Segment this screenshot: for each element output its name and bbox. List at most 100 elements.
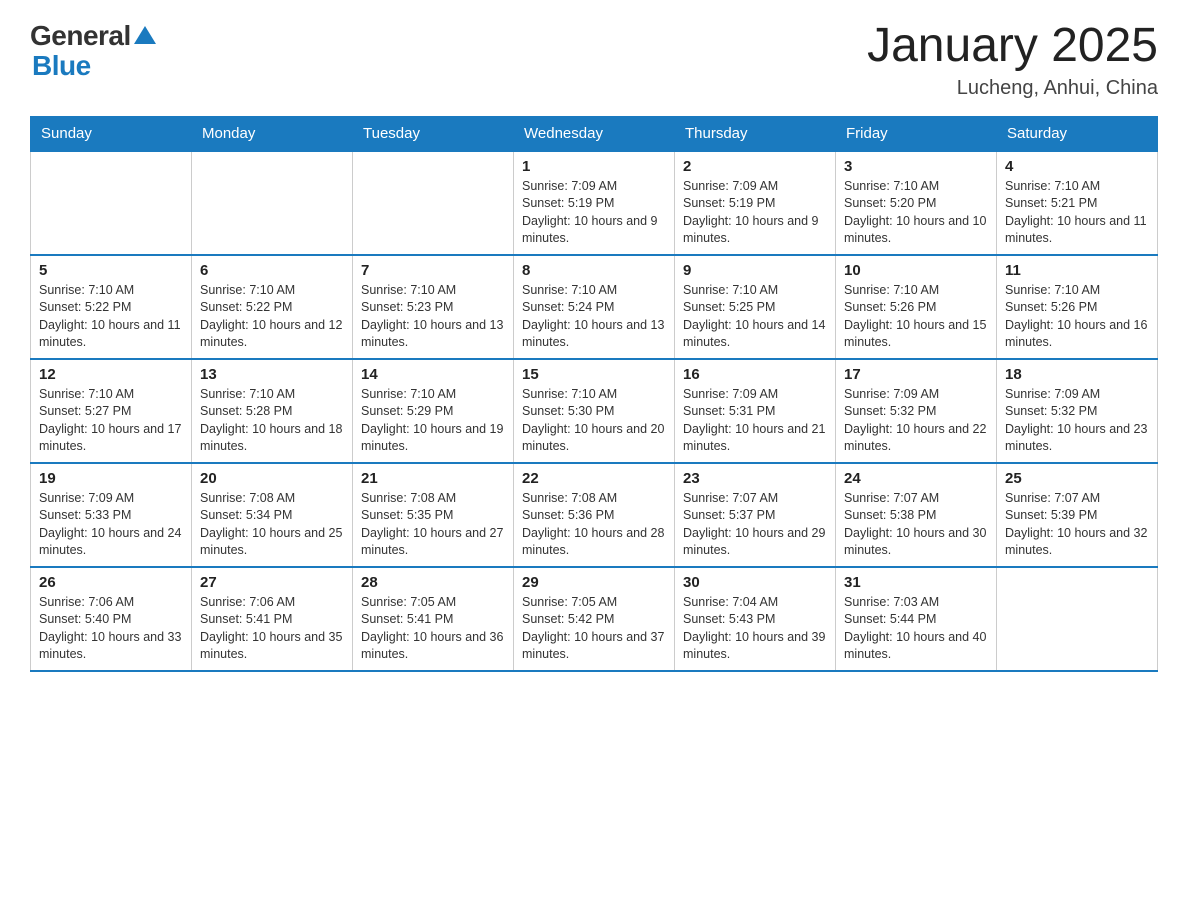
calendar-cell: 22 Sunrise: 7:08 AM Sunset: 5:36 PM Dayli… <box>514 463 675 567</box>
calendar-week-row: 12 Sunrise: 7:10 AM Sunset: 5:27 PM Dayli… <box>31 359 1158 463</box>
day-info: Sunrise: 7:09 AM Sunset: 5:32 PM Dayligh… <box>1005 386 1149 456</box>
day-number: 4 <box>1005 158 1149 175</box>
day-info: Sunrise: 7:10 AM Sunset: 5:26 PM Dayligh… <box>844 282 988 352</box>
day-of-week-header: Monday <box>192 116 353 151</box>
day-info: Sunrise: 7:08 AM Sunset: 5:34 PM Dayligh… <box>200 490 344 560</box>
day-info: Sunrise: 7:09 AM Sunset: 5:33 PM Dayligh… <box>39 490 183 560</box>
day-of-week-header: Tuesday <box>353 116 514 151</box>
logo-blue-text: Blue <box>32 50 91 82</box>
day-number: 22 <box>522 470 666 487</box>
day-of-week-header: Wednesday <box>514 116 675 151</box>
day-number: 19 <box>39 470 183 487</box>
logo: General Blue <box>30 20 156 82</box>
day-number: 12 <box>39 366 183 383</box>
calendar-cell: 30Sunrise: 7:04 AM Sunset: 5:43 PM Dayli… <box>675 567 836 671</box>
day-number: 10 <box>844 262 988 279</box>
day-info: Sunrise: 7:10 AM Sunset: 5:30 PM Dayligh… <box>522 386 666 456</box>
day-of-week-header: Friday <box>836 116 997 151</box>
calendar-cell: 11 Sunrise: 7:10 AM Sunset: 5:26 PM Dayli… <box>997 255 1158 359</box>
calendar-cell: 4 Sunrise: 7:10 AM Sunset: 5:21 PM Daylig… <box>997 151 1158 255</box>
calendar-cell: 13Sunrise: 7:10 AM Sunset: 5:28 PM Dayli… <box>192 359 353 463</box>
calendar-cell: 25 Sunrise: 7:07 AM Sunset: 5:39 PM Dayli… <box>997 463 1158 567</box>
calendar-cell: 27Sunrise: 7:06 AM Sunset: 5:41 PM Dayli… <box>192 567 353 671</box>
day-info: Sunrise: 7:05 AM Sunset: 5:42 PM Dayligh… <box>522 594 666 664</box>
day-info: Sunrise: 7:09 AM Sunset: 5:31 PM Dayligh… <box>683 386 827 456</box>
day-info: Sunrise: 7:10 AM Sunset: 5:21 PM Dayligh… <box>1005 178 1149 248</box>
day-info: Sunrise: 7:06 AM Sunset: 5:40 PM Dayligh… <box>39 594 183 664</box>
calendar-cell: 6Sunrise: 7:10 AM Sunset: 5:22 PM Daylig… <box>192 255 353 359</box>
calendar-cell: 24 Sunrise: 7:07 AM Sunset: 5:38 PM Dayli… <box>836 463 997 567</box>
day-number: 29 <box>522 574 666 591</box>
calendar-cell <box>997 567 1158 671</box>
day-info: Sunrise: 7:10 AM Sunset: 5:27 PM Dayligh… <box>39 386 183 456</box>
day-number: 9 <box>683 262 827 279</box>
day-number: 20 <box>200 470 344 487</box>
day-number: 15 <box>522 366 666 383</box>
calendar-cell: 28Sunrise: 7:05 AM Sunset: 5:41 PM Dayli… <box>353 567 514 671</box>
day-number: 1 <box>522 158 666 175</box>
day-number: 24 <box>844 470 988 487</box>
day-info: Sunrise: 7:10 AM Sunset: 5:24 PM Dayligh… <box>522 282 666 352</box>
day-number: 17 <box>844 366 988 383</box>
day-number: 28 <box>361 574 505 591</box>
day-of-week-header: Saturday <box>997 116 1158 151</box>
calendar-cell: 17 Sunrise: 7:09 AM Sunset: 5:32 PM Dayli… <box>836 359 997 463</box>
calendar-table: SundayMondayTuesdayWednesdayThursdayFrid… <box>30 116 1158 672</box>
day-number: 31 <box>844 574 988 591</box>
calendar-cell: 21 Sunrise: 7:08 AM Sunset: 5:35 PM Dayli… <box>353 463 514 567</box>
calendar-cell: 19 Sunrise: 7:09 AM Sunset: 5:33 PM Dayli… <box>31 463 192 567</box>
day-info: Sunrise: 7:06 AM Sunset: 5:41 PM Dayligh… <box>200 594 344 664</box>
day-info: Sunrise: 7:08 AM Sunset: 5:35 PM Dayligh… <box>361 490 505 560</box>
day-number: 2 <box>683 158 827 175</box>
day-number: 25 <box>1005 470 1149 487</box>
day-number: 18 <box>1005 366 1149 383</box>
calendar-cell: 7 Sunrise: 7:10 AM Sunset: 5:23 PM Daylig… <box>353 255 514 359</box>
logo-triangle-icon <box>134 26 156 49</box>
day-number: 30 <box>683 574 827 591</box>
day-info: Sunrise: 7:10 AM Sunset: 5:22 PM Dayligh… <box>39 282 183 352</box>
day-number: 5 <box>39 262 183 279</box>
calendar-cell <box>192 151 353 255</box>
calendar-cell <box>353 151 514 255</box>
title-area: January 2025 Lucheng, Anhui, China <box>867 20 1158 100</box>
day-number: 8 <box>522 262 666 279</box>
day-number: 7 <box>361 262 505 279</box>
day-info: Sunrise: 7:09 AM Sunset: 5:19 PM Dayligh… <box>683 178 827 248</box>
calendar-cell: 2 Sunrise: 7:09 AM Sunset: 5:19 PM Daylig… <box>675 151 836 255</box>
day-number: 23 <box>683 470 827 487</box>
day-number: 11 <box>1005 262 1149 279</box>
calendar-cell: 3 Sunrise: 7:10 AM Sunset: 5:20 PM Daylig… <box>836 151 997 255</box>
calendar-cell: 9 Sunrise: 7:10 AM Sunset: 5:25 PM Daylig… <box>675 255 836 359</box>
day-info: Sunrise: 7:07 AM Sunset: 5:38 PM Dayligh… <box>844 490 988 560</box>
day-info: Sunrise: 7:10 AM Sunset: 5:26 PM Dayligh… <box>1005 282 1149 352</box>
day-number: 16 <box>683 366 827 383</box>
day-number: 21 <box>361 470 505 487</box>
calendar-cell: 23Sunrise: 7:07 AM Sunset: 5:37 PM Dayli… <box>675 463 836 567</box>
day-info: Sunrise: 7:10 AM Sunset: 5:20 PM Dayligh… <box>844 178 988 248</box>
day-info: Sunrise: 7:09 AM Sunset: 5:32 PM Dayligh… <box>844 386 988 456</box>
day-info: Sunrise: 7:10 AM Sunset: 5:25 PM Dayligh… <box>683 282 827 352</box>
day-number: 3 <box>844 158 988 175</box>
day-info: Sunrise: 7:08 AM Sunset: 5:36 PM Dayligh… <box>522 490 666 560</box>
calendar-cell: 8 Sunrise: 7:10 AM Sunset: 5:24 PM Daylig… <box>514 255 675 359</box>
logo-general-text: General <box>30 20 131 52</box>
calendar-week-row: 1 Sunrise: 7:09 AM Sunset: 5:19 PM Daylig… <box>31 151 1158 255</box>
day-info: Sunrise: 7:10 AM Sunset: 5:28 PM Dayligh… <box>200 386 344 456</box>
calendar-cell: 10 Sunrise: 7:10 AM Sunset: 5:26 PM Dayli… <box>836 255 997 359</box>
calendar-cell: 5 Sunrise: 7:10 AM Sunset: 5:22 PM Daylig… <box>31 255 192 359</box>
page-header: General Blue January 2025 Lucheng, Anhui… <box>30 20 1158 100</box>
calendar-cell: 20 Sunrise: 7:08 AM Sunset: 5:34 PM Dayli… <box>192 463 353 567</box>
calendar-week-row: 19 Sunrise: 7:09 AM Sunset: 5:33 PM Dayli… <box>31 463 1158 567</box>
day-info: Sunrise: 7:07 AM Sunset: 5:39 PM Dayligh… <box>1005 490 1149 560</box>
calendar-cell: 1Sunrise: 7:09 AM Sunset: 5:19 PM Daylig… <box>514 151 675 255</box>
day-number: 26 <box>39 574 183 591</box>
day-info: Sunrise: 7:10 AM Sunset: 5:23 PM Dayligh… <box>361 282 505 352</box>
day-info: Sunrise: 7:10 AM Sunset: 5:22 PM Dayligh… <box>200 282 344 352</box>
calendar-cell: 29 Sunrise: 7:05 AM Sunset: 5:42 PM Dayli… <box>514 567 675 671</box>
calendar-cell <box>31 151 192 255</box>
calendar-cell: 26 Sunrise: 7:06 AM Sunset: 5:40 PM Dayli… <box>31 567 192 671</box>
month-title: January 2025 <box>867 20 1158 73</box>
location: Lucheng, Anhui, China <box>867 77 1158 100</box>
calendar-week-row: 26 Sunrise: 7:06 AM Sunset: 5:40 PM Dayli… <box>31 567 1158 671</box>
day-of-week-header: Sunday <box>31 116 192 151</box>
